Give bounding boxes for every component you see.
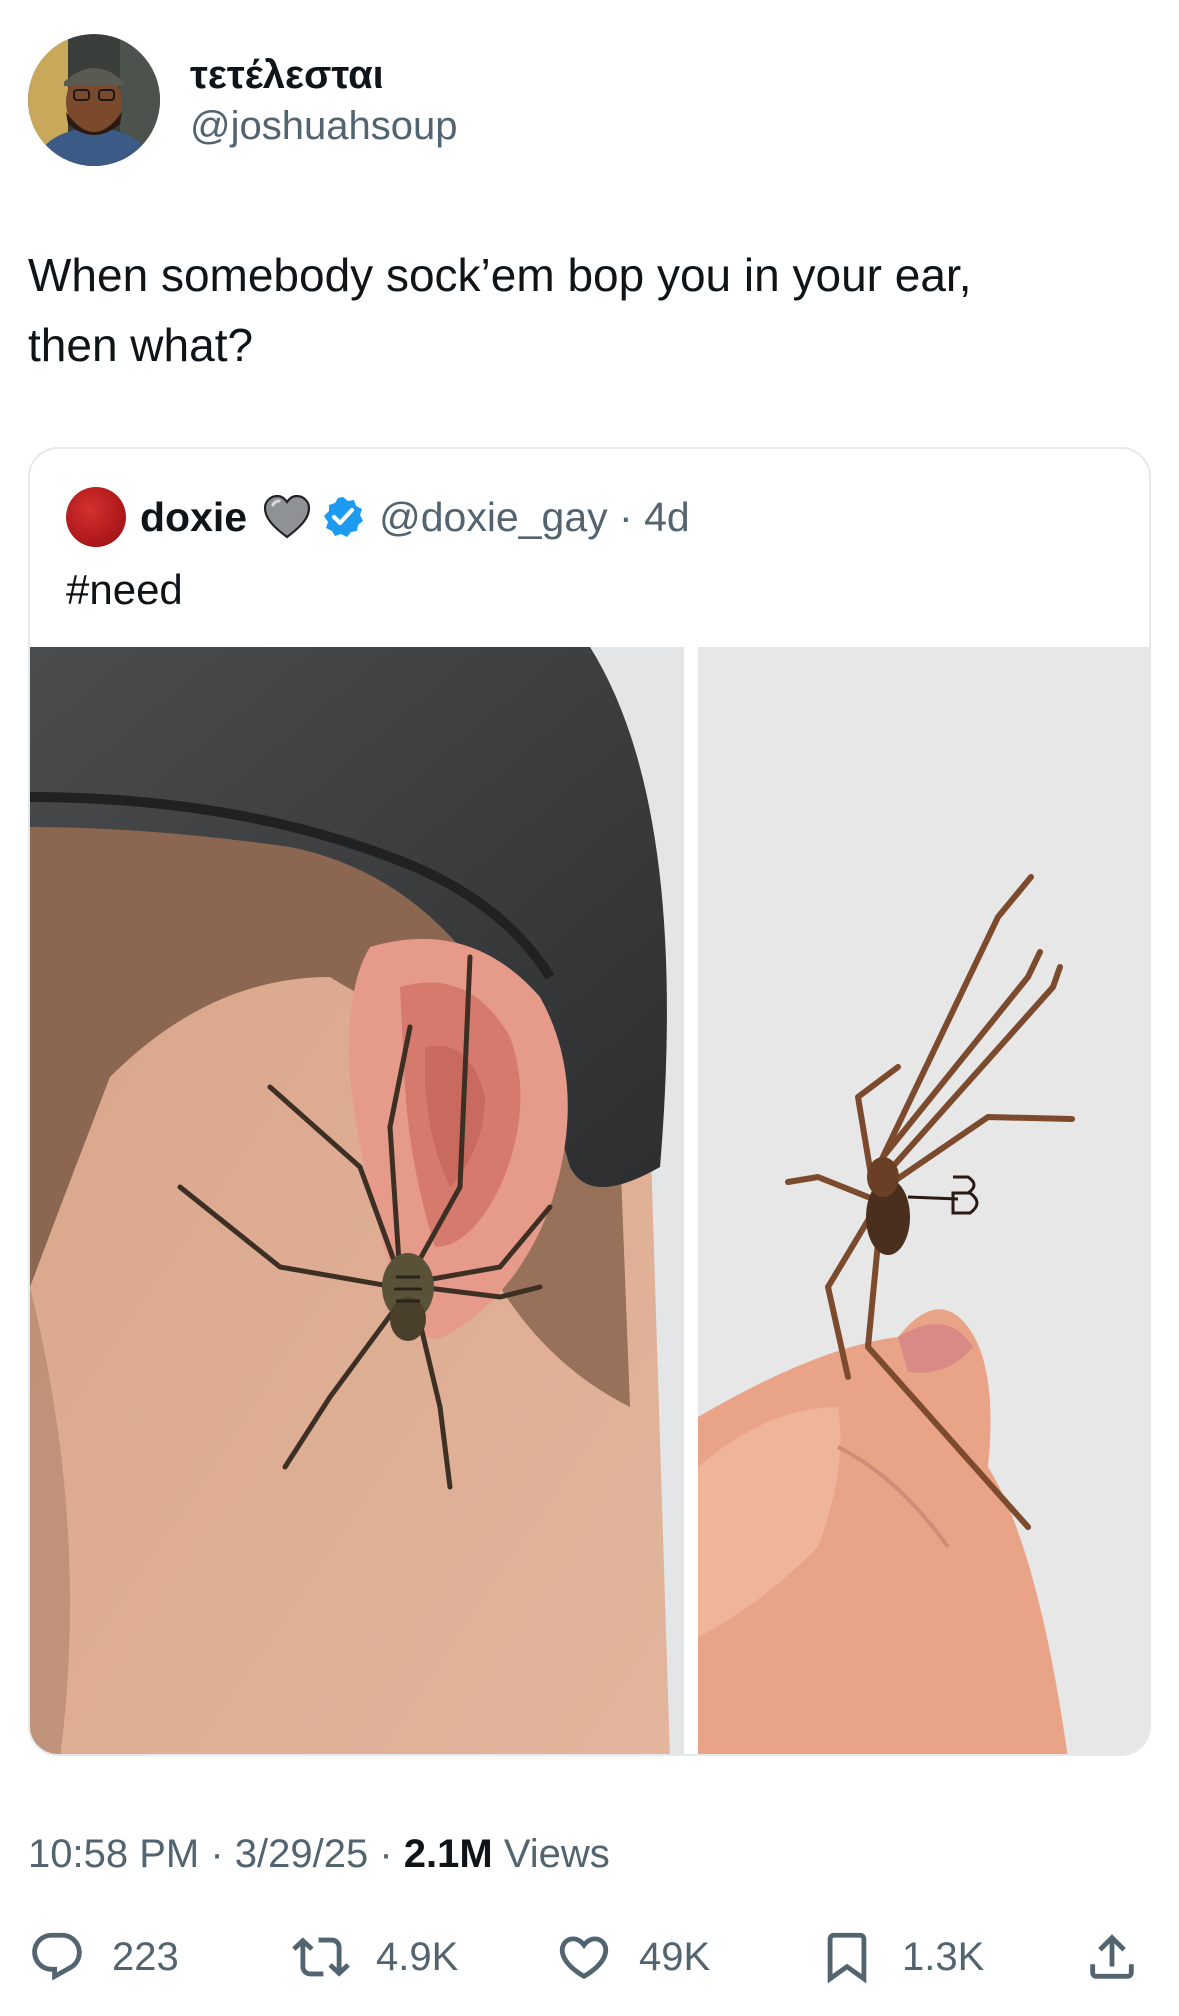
quoted-media[interactable] bbox=[30, 647, 1149, 1754]
views-label: Views bbox=[492, 1832, 610, 1876]
bookmark-icon bbox=[827, 1932, 867, 1984]
tweet-header: τετέλεσται @joshuahsoup bbox=[28, 32, 457, 168]
heart-icon bbox=[559, 1936, 609, 1980]
share-button[interactable] bbox=[1083, 1925, 1141, 1989]
quoted-tweet-card[interactable]: doxie @doxie_gay · 4d #need bbox=[28, 447, 1151, 1756]
grey-heart-emoji-icon bbox=[263, 494, 311, 539]
tweet-timestamp-views: 10:58 PM · 3/29/25 · 2.1M Views bbox=[28, 1826, 610, 1882]
author-display-name[interactable]: τετέλεσται bbox=[190, 49, 457, 101]
like-button[interactable]: 49K bbox=[555, 1925, 710, 1989]
repost-button[interactable]: 4.9K bbox=[292, 1925, 458, 1989]
reply-button[interactable]: 223 bbox=[28, 1925, 179, 1989]
verified-badge-icon bbox=[324, 497, 364, 537]
quoted-author-handle-time[interactable]: @doxie_gay · 4d bbox=[379, 494, 690, 541]
views-count[interactable]: 2.1M bbox=[404, 1832, 493, 1876]
bookmark-button[interactable]: 1.3K bbox=[818, 1925, 984, 1989]
author-avatar[interactable] bbox=[28, 34, 160, 166]
like-count: 49K bbox=[639, 1934, 711, 1979]
quoted-author-name[interactable]: doxie bbox=[140, 494, 247, 541]
tweet-timestamp[interactable]: 10:58 PM · 3/29/25 · bbox=[28, 1832, 404, 1876]
tweet-text-line: then what? bbox=[28, 319, 254, 371]
tweet-text-line: When somebody sock’em bop you in your ea… bbox=[28, 249, 972, 301]
bookmark-count: 1.3K bbox=[902, 1934, 985, 1979]
repost-count: 4.9K bbox=[376, 1934, 459, 1979]
quoted-tweet-header: doxie @doxie_gay · 4d bbox=[66, 485, 690, 549]
author-handle[interactable]: @joshuahsoup bbox=[190, 101, 457, 151]
reply-icon bbox=[32, 1932, 82, 1981]
quoted-author-avatar[interactable] bbox=[66, 487, 126, 547]
repost-icon bbox=[292, 1937, 350, 1977]
reply-count: 223 bbox=[112, 1934, 179, 1979]
tweet-action-bar: 223 4.9K 49K 1.3K bbox=[28, 1925, 1151, 1989]
media-photo-hand-spider[interactable] bbox=[698, 647, 1149, 1754]
tweet-text: When somebody sock’em bop you in your ea… bbox=[28, 240, 1138, 380]
quoted-tweet-text[interactable]: #need bbox=[66, 561, 183, 619]
share-icon bbox=[1090, 1934, 1134, 1979]
media-divider bbox=[684, 647, 698, 1754]
media-photo-ear-spider[interactable] bbox=[30, 647, 684, 1754]
